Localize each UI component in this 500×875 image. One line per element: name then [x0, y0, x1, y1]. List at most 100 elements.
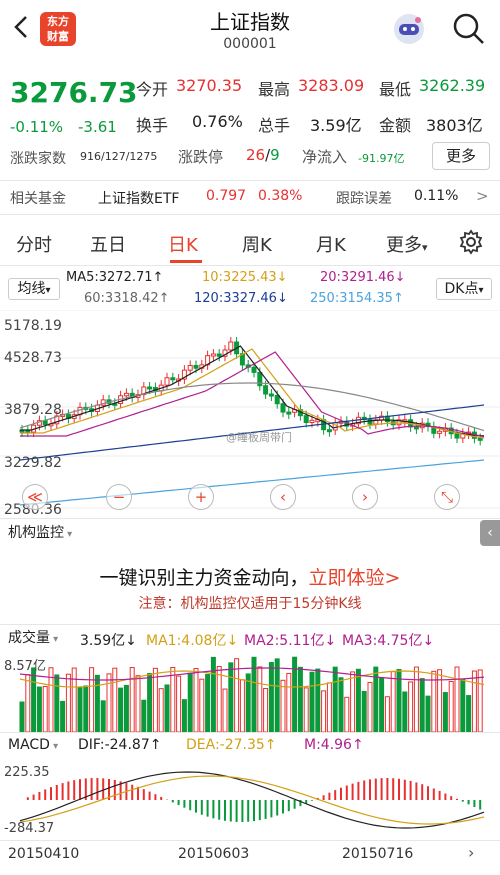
tab-more[interactable]: 更多▾	[386, 231, 428, 257]
volume-bar	[326, 682, 332, 732]
dk-point-selector[interactable]: DK点▾	[436, 278, 492, 300]
volume-bar	[164, 684, 170, 732]
date-label-2: 20150603	[178, 846, 250, 862]
related-fund-label: 相关基金	[10, 191, 66, 207]
volume-bar	[471, 670, 477, 732]
macd-bar	[293, 800, 296, 809]
macd-bar	[55, 785, 58, 800]
robot-assistant-icon[interactable]	[392, 12, 426, 50]
volume-bar	[268, 662, 274, 732]
promo-link[interactable]: 立即体验>	[309, 567, 401, 589]
candle	[239, 348, 245, 370]
macd-top-label: 225.35	[4, 765, 50, 780]
volume-bar	[257, 666, 263, 732]
macd-bar	[473, 800, 476, 808]
limit-label: 涨跌停	[178, 148, 224, 166]
volume-bar	[234, 658, 240, 732]
candle	[367, 414, 373, 430]
fund-name[interactable]: 上证指数ETF	[98, 188, 179, 208]
change-abs: -3.61	[78, 118, 117, 136]
macd-selector[interactable]: MACD ▾	[8, 735, 76, 757]
macd-bar	[282, 800, 284, 814]
zoom-in-icon[interactable]: +	[188, 484, 214, 510]
tab-five-day[interactable]: 五日	[90, 231, 126, 257]
zoom-out-icon[interactable]: −	[106, 484, 132, 510]
volume-bar	[280, 679, 286, 732]
kline-chart[interactable]: 5178.19 4528.73 3879.28 3229.82 2580.36 …	[0, 310, 500, 515]
volume-bar	[36, 686, 42, 732]
macd-bar	[432, 788, 435, 800]
volume-bar	[245, 673, 251, 732]
limit-up: 26	[246, 146, 266, 164]
ma-selector[interactable]: 均线▾	[8, 278, 60, 300]
promo-text: 一键识别主力资金动向，	[99, 567, 309, 589]
axis-label-4: 3229.82	[4, 455, 62, 471]
ma5-value: MA5:3272.71↑	[66, 270, 164, 285]
scroll-left-icon[interactable]: ‹	[270, 484, 296, 510]
ma10-line	[20, 348, 485, 439]
volume-bar	[228, 662, 234, 732]
tracking-error-label: 跟踪误差	[336, 191, 392, 207]
ma250-value: 250:3154.35↑	[310, 291, 404, 306]
macd-bar	[113, 779, 116, 800]
volume-bar	[118, 687, 124, 732]
volume-bar	[181, 699, 187, 732]
macd-bar	[32, 794, 35, 800]
candle	[379, 411, 385, 425]
tracking-error-arrow-icon[interactable]: >	[476, 187, 489, 205]
macd-bar	[171, 800, 174, 803]
macd-dif: DIF:-24.87↑	[78, 737, 162, 753]
macd-bar	[369, 779, 371, 800]
volume-bar	[384, 696, 390, 732]
volume-selector[interactable]: 成交量 ▾	[8, 628, 76, 650]
macd-chart[interactable]: 225.35 -284.37	[0, 760, 500, 838]
volume-bar	[419, 678, 425, 732]
tab-intraday[interactable]: 分时	[16, 231, 52, 257]
volume-bar	[94, 674, 100, 732]
volume-bar	[390, 671, 396, 732]
macd-bar	[212, 800, 215, 819]
ma60-value: 60:3318.42↑	[84, 291, 170, 306]
macd-bar	[177, 800, 180, 806]
tab-monthly-k[interactable]: 月K	[316, 231, 346, 257]
macd-bar	[467, 800, 470, 805]
volume-chart[interactable]: 8.57亿	[0, 654, 500, 732]
candle	[65, 409, 71, 424]
macd-bar	[229, 800, 232, 822]
volume-top-label: 8.57亿	[4, 659, 46, 674]
zoom-out-max-icon[interactable]: ≪	[22, 484, 48, 510]
tab-daily-k[interactable]: 日K	[168, 231, 198, 257]
search-icon[interactable]	[452, 12, 486, 50]
macd-bar	[287, 800, 290, 812]
macd-bar	[444, 793, 447, 800]
macd-bar	[102, 778, 105, 800]
tab-weekly-k[interactable]: 周K	[242, 231, 272, 257]
collapse-panel-icon[interactable]: ‹	[480, 520, 500, 546]
macd-bar	[340, 787, 342, 800]
fund-price: 0.797	[206, 188, 247, 204]
macd-bar	[334, 790, 337, 800]
monitor-selector[interactable]: 机构监控 ▾	[8, 523, 94, 545]
macd-bar	[311, 800, 313, 801]
volume-bar	[129, 667, 135, 732]
more-button[interactable]: 更多	[432, 142, 490, 170]
turnover-value: 0.76%	[192, 112, 243, 131]
ma5-line	[20, 345, 485, 437]
macd-bar	[461, 800, 464, 802]
current-price: 3276.73	[10, 76, 138, 109]
macd-bar	[357, 781, 360, 800]
turnover-label: 换手	[136, 116, 169, 135]
scroll-right-icon[interactable]: ›	[352, 484, 378, 510]
macd-bar	[398, 778, 400, 800]
settings-gear-icon[interactable]	[458, 229, 484, 259]
fullscreen-icon[interactable]: ⤡	[434, 484, 460, 510]
amount-label: 金额	[379, 116, 412, 135]
macd-bar	[137, 786, 139, 800]
next-page-arrow-icon[interactable]: ›	[468, 843, 474, 862]
candle	[25, 425, 31, 438]
volume-bar	[141, 699, 147, 732]
volume-bar	[263, 687, 269, 732]
macd-dea: DEA:-27.35↑	[186, 737, 277, 753]
candle	[222, 345, 228, 362]
volume-bar	[408, 681, 414, 732]
